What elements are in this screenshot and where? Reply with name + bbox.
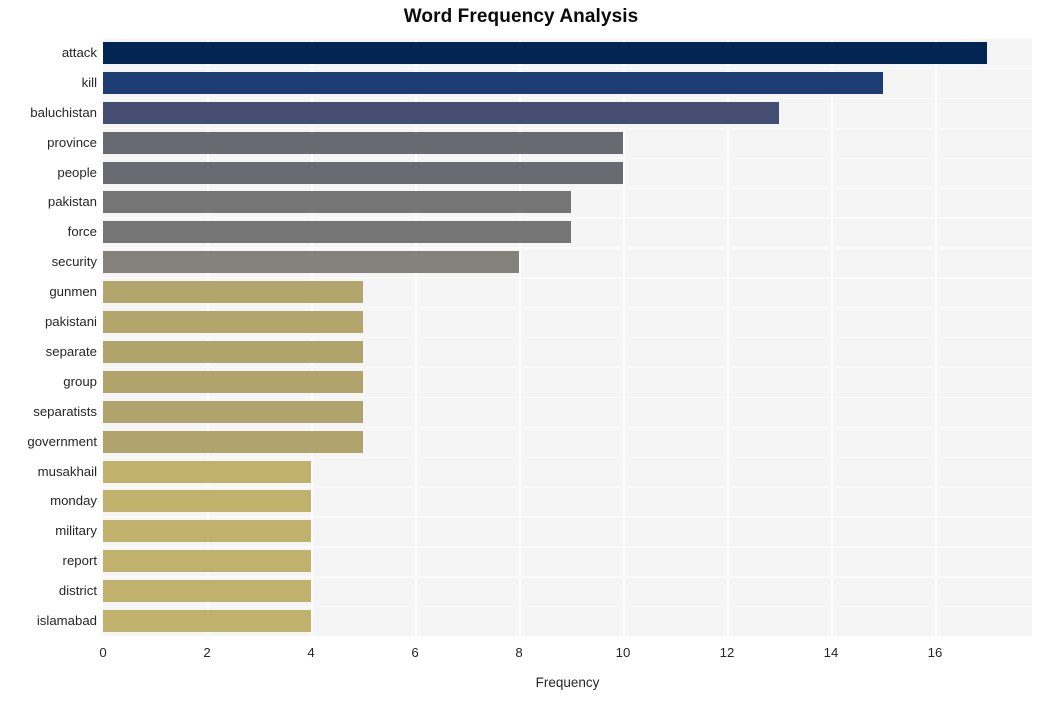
bar-separate[interactable] [103,340,363,363]
x-tick-label-10: 10 [615,645,631,660]
bar-separatists[interactable] [103,400,363,423]
gridline-y-18 [103,576,1032,578]
chart-figure: Word Frequency Analysis attack kill baluch… [0,0,1042,701]
y-tick-label-islamabad: islamabad [36,613,97,629]
y-tick-label-pakistani: pakistani [44,314,97,330]
bar-group[interactable] [103,370,363,393]
bar-force[interactable] [103,221,571,244]
gridline-y-2 [103,97,1032,100]
bar-kill[interactable] [103,71,883,94]
bar-gunmen[interactable] [103,281,363,304]
y-tick-label-separatists: separatists [33,403,97,419]
y-tick-label-baluchistan: baluchistan [30,104,97,120]
bar-attack[interactable] [103,41,987,64]
bar-pakistan[interactable] [103,191,571,214]
bar-province[interactable] [103,131,623,154]
gridline-y-9 [103,307,1032,309]
bar-government[interactable] [103,430,363,453]
gridline-y-19 [103,606,1032,608]
gridline-y-10 [103,337,1032,339]
gridline-y-12 [103,396,1032,399]
bar-baluchistan[interactable] [103,101,779,124]
y-tick-label-military: military [55,523,97,539]
gridline-y-14 [103,456,1032,458]
plot-area [103,38,1032,636]
gridline-y-4 [103,157,1032,159]
y-tick-label-report: report [62,553,97,569]
gridline-y-0 [103,38,1032,40]
y-tick-label-people: people [57,164,97,180]
y-tick-label-separate: separate [45,343,97,359]
bar-pakistani[interactable] [103,311,363,334]
gridline-y-16 [103,516,1032,518]
bar-islamabad[interactable] [103,610,311,633]
y-tick-label-gunmen: gunmen [49,284,97,300]
gridline-y-7 [103,247,1032,249]
x-tick-label-2: 2 [203,645,211,660]
gridline-y-11 [103,366,1032,369]
x-tick-label-0: 0 [99,645,107,660]
y-tick-label-province: province [47,134,97,150]
x-tick-label-8: 8 [515,645,523,660]
gridline-y-5 [103,187,1032,189]
y-tick-label-force: force [67,224,97,240]
bar-people[interactable] [103,161,623,184]
bar-monday[interactable] [103,490,311,513]
gridline-y-1 [103,67,1032,70]
y-tick-label-musakhail: musakhail [37,463,97,479]
x-tick-label-12: 12 [719,645,735,660]
y-axis-tick-labels: attack kill baluchistan province people pakis… [0,38,97,636]
gridline-y-15 [103,486,1032,488]
x-tick-label-4: 4 [307,645,315,660]
x-axis-title: Frequency [535,675,600,690]
x-tick-label-14: 14 [823,645,839,660]
x-tick-label-16: 16 [927,645,943,660]
y-tick-label-monday: monday [50,493,97,509]
gridline-y-17 [103,546,1032,548]
y-tick-label-district: district [58,583,97,599]
gridline-y-3 [103,127,1032,130]
x-axis-tick-labels: 0 2 4 6 8 10 12 14 16 [0,645,1042,665]
y-tick-label-group: group [63,373,97,389]
y-tick-label-government: government [27,433,97,449]
y-tick-label-kill: kill [81,74,97,90]
chart-title: Word Frequency Analysis [403,6,639,27]
bar-district[interactable] [103,580,311,603]
gridline-y-13 [103,426,1032,429]
bar-report[interactable] [103,550,311,573]
bar-musakhail[interactable] [103,460,311,483]
bar-military[interactable] [103,520,311,543]
gridline-y-6 [103,217,1032,219]
y-tick-label-pakistan: pakistan [47,194,97,210]
bar-security[interactable] [103,251,519,274]
gridline-y-8 [103,277,1032,279]
y-tick-label-security: security [51,254,97,270]
x-tick-label-6: 6 [411,645,419,660]
y-tick-label-attack: attack [61,44,97,60]
